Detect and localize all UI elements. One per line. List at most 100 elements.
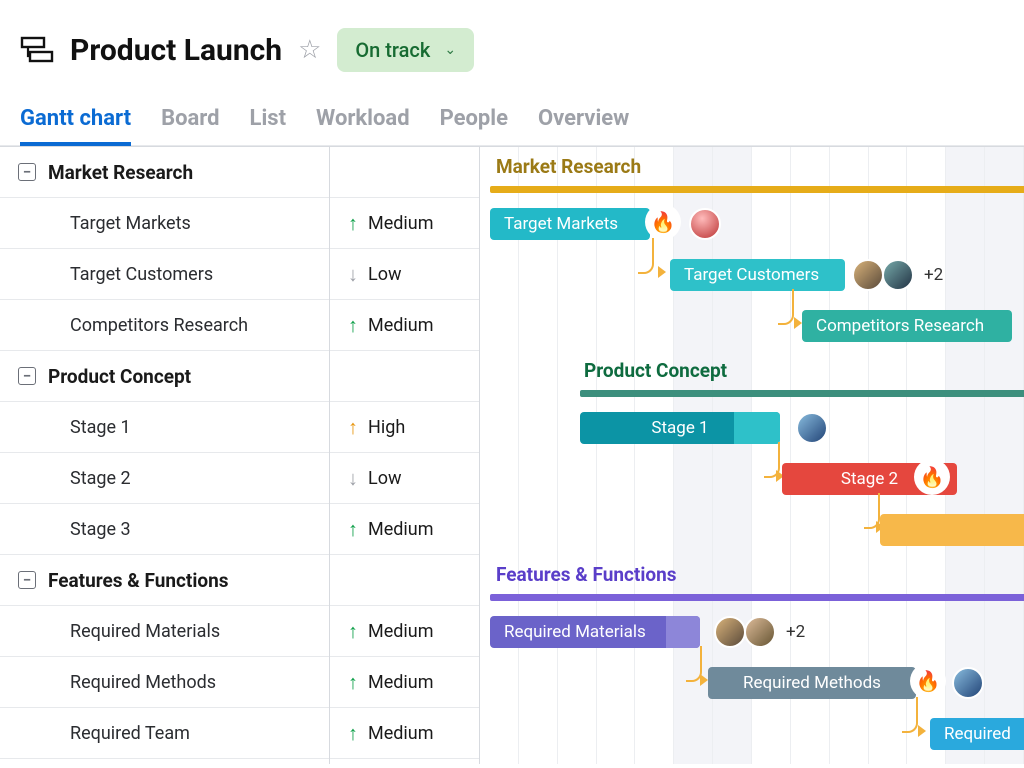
timeline-group-label: Features & Functions bbox=[496, 563, 676, 586]
priority-cell: ↑ Medium bbox=[330, 657, 479, 708]
assignee-avatars[interactable] bbox=[802, 412, 828, 444]
priority-cell: ↑Medium bbox=[330, 606, 479, 657]
collapse-icon[interactable]: − bbox=[18, 571, 36, 589]
task-required-materials[interactable]: Required Materials bbox=[0, 606, 329, 657]
timeline-group-label: Product Concept bbox=[584, 359, 727, 382]
avatar[interactable] bbox=[689, 208, 721, 240]
task-target-markets[interactable]: Target Markets bbox=[0, 198, 329, 249]
collapse-icon[interactable]: − bbox=[18, 163, 36, 181]
task-bar-stage-3[interactable] bbox=[880, 514, 1024, 546]
tab-overview[interactable]: Overview bbox=[538, 96, 629, 145]
task-bar-required-team[interactable]: Required bbox=[930, 718, 1024, 750]
timeline-row: Target Customers +2 bbox=[480, 249, 1024, 300]
group-market-research[interactable]: − Market Research bbox=[0, 147, 329, 198]
priority-up-icon: ↑ bbox=[348, 721, 358, 746]
timeline-row: Required Methods 🔥 bbox=[480, 657, 1024, 708]
tab-board[interactable]: Board bbox=[161, 96, 219, 145]
task-bar-required-methods[interactable]: Required Methods bbox=[708, 667, 916, 699]
status-label: On track bbox=[355, 38, 430, 62]
assignee-avatars[interactable]: +2 bbox=[720, 616, 805, 648]
flame-icon: 🔥 bbox=[914, 459, 950, 495]
group-features-functions[interactable]: − Features & Functions bbox=[0, 555, 329, 606]
task-competitors-research[interactable]: Competitors Research bbox=[0, 300, 329, 351]
priority-up-icon: ↑ bbox=[348, 670, 358, 695]
task-bar-progress-accent bbox=[666, 616, 700, 648]
timeline-row bbox=[480, 504, 1024, 555]
flame-icon: 🔥 bbox=[910, 663, 946, 699]
timeline-group-bar bbox=[580, 390, 1024, 397]
tab-list[interactable]: List bbox=[250, 96, 286, 145]
task-bar-progress-accent bbox=[734, 412, 780, 444]
timeline-row: Competitors Research bbox=[480, 300, 1024, 351]
task-list-column: − Market Research Target Markets Target … bbox=[0, 147, 330, 764]
priority-cell: ↑ Medium bbox=[330, 198, 479, 249]
priority-label: Low bbox=[368, 264, 402, 285]
task-bar-competitors-research[interactable]: Competitors Research bbox=[802, 310, 1012, 342]
priority-label: Medium bbox=[368, 519, 434, 540]
gantt-grid: − Market Research Target Markets Target … bbox=[0, 146, 1024, 764]
avatar[interactable] bbox=[952, 667, 984, 699]
task-stage-1[interactable]: Stage 1 bbox=[0, 402, 329, 453]
tab-workload[interactable]: Workload bbox=[316, 96, 410, 145]
timeline-group-header: Product Concept bbox=[480, 351, 1024, 402]
priority-cell: ↑ High bbox=[330, 402, 479, 453]
priority-cell: ↓Low bbox=[330, 453, 479, 504]
priority-label: Medium bbox=[368, 213, 434, 234]
priority-cell: ↓ Low bbox=[330, 249, 479, 300]
task-bar-target-markets[interactable]: Target Markets bbox=[490, 208, 650, 240]
priority-up-icon: ↑ bbox=[348, 211, 358, 236]
task-required-team[interactable]: Required Team bbox=[0, 708, 329, 759]
task-target-customers[interactable]: Target Customers bbox=[0, 249, 329, 300]
group-label: Features & Functions bbox=[48, 569, 228, 592]
assignee-avatars[interactable]: +2 bbox=[858, 259, 943, 291]
timeline-group-bar bbox=[490, 186, 1024, 193]
priority-down-icon: ↓ bbox=[348, 466, 358, 491]
priority-up-icon: ↑ bbox=[348, 313, 358, 338]
assignee-avatars[interactable] bbox=[958, 667, 984, 699]
collapse-icon[interactable]: − bbox=[18, 367, 36, 385]
status-dropdown[interactable]: On track ⌄ bbox=[337, 28, 474, 72]
flame-icon: 🔥 bbox=[645, 204, 681, 240]
avatar[interactable] bbox=[796, 412, 828, 444]
project-title: Product Launch bbox=[70, 33, 282, 68]
priority-up-icon: ↑ bbox=[348, 517, 358, 542]
task-bar-target-customers[interactable]: Target Customers bbox=[670, 259, 845, 291]
gantt-icon bbox=[20, 35, 54, 65]
avatar[interactable] bbox=[744, 616, 776, 648]
view-tabs: Gantt chart Board List Workload People O… bbox=[0, 96, 1024, 146]
priority-cell: ↑ Medium bbox=[330, 300, 479, 351]
avatar[interactable] bbox=[882, 259, 914, 291]
group-label: Market Research bbox=[48, 161, 193, 184]
avatar-overflow[interactable]: +2 bbox=[924, 265, 943, 285]
task-stage-2[interactable]: Stage 2 bbox=[0, 453, 329, 504]
group-label: Product Concept bbox=[48, 365, 191, 388]
priority-up-icon: ↑ bbox=[348, 415, 358, 440]
timeline-group-bar bbox=[490, 594, 1024, 601]
priority-label: Medium bbox=[368, 315, 434, 336]
timeline-row: Stage 2 🔥 bbox=[480, 453, 1024, 504]
priority-label: High bbox=[368, 417, 405, 438]
task-required-methods[interactable]: Required Methods bbox=[0, 657, 329, 708]
priority-label: Medium bbox=[368, 723, 434, 744]
priority-down-icon: ↓ bbox=[348, 262, 358, 287]
priority-label: Medium bbox=[368, 672, 434, 693]
timeline-row: Stage 1 bbox=[480, 402, 1024, 453]
priority-up-icon: ↑ bbox=[348, 619, 358, 644]
assignee-avatars[interactable] bbox=[695, 208, 721, 240]
task-stage-3[interactable]: Stage 3 bbox=[0, 504, 329, 555]
avatar[interactable] bbox=[852, 259, 884, 291]
timeline-area[interactable]: Market Research Target Markets 🔥 Target … bbox=[480, 147, 1024, 764]
priority-cell: ↑ Medium bbox=[330, 504, 479, 555]
avatar-overflow[interactable]: +2 bbox=[786, 622, 805, 642]
timeline-row: Required Materials +2 bbox=[480, 606, 1024, 657]
timeline-group-header: Market Research bbox=[480, 147, 1024, 198]
priority-cell: ↑ Medium bbox=[330, 708, 479, 759]
timeline-row: Required bbox=[480, 708, 1024, 759]
favorite-star-icon[interactable]: ☆ bbox=[298, 35, 321, 65]
timeline-group-header: Features & Functions bbox=[480, 555, 1024, 606]
timeline-group-label: Market Research bbox=[496, 155, 641, 178]
tab-gantt[interactable]: Gantt chart bbox=[20, 96, 131, 145]
avatar[interactable] bbox=[714, 616, 746, 648]
tab-people[interactable]: People bbox=[440, 96, 508, 145]
group-product-concept[interactable]: − Product Concept bbox=[0, 351, 329, 402]
